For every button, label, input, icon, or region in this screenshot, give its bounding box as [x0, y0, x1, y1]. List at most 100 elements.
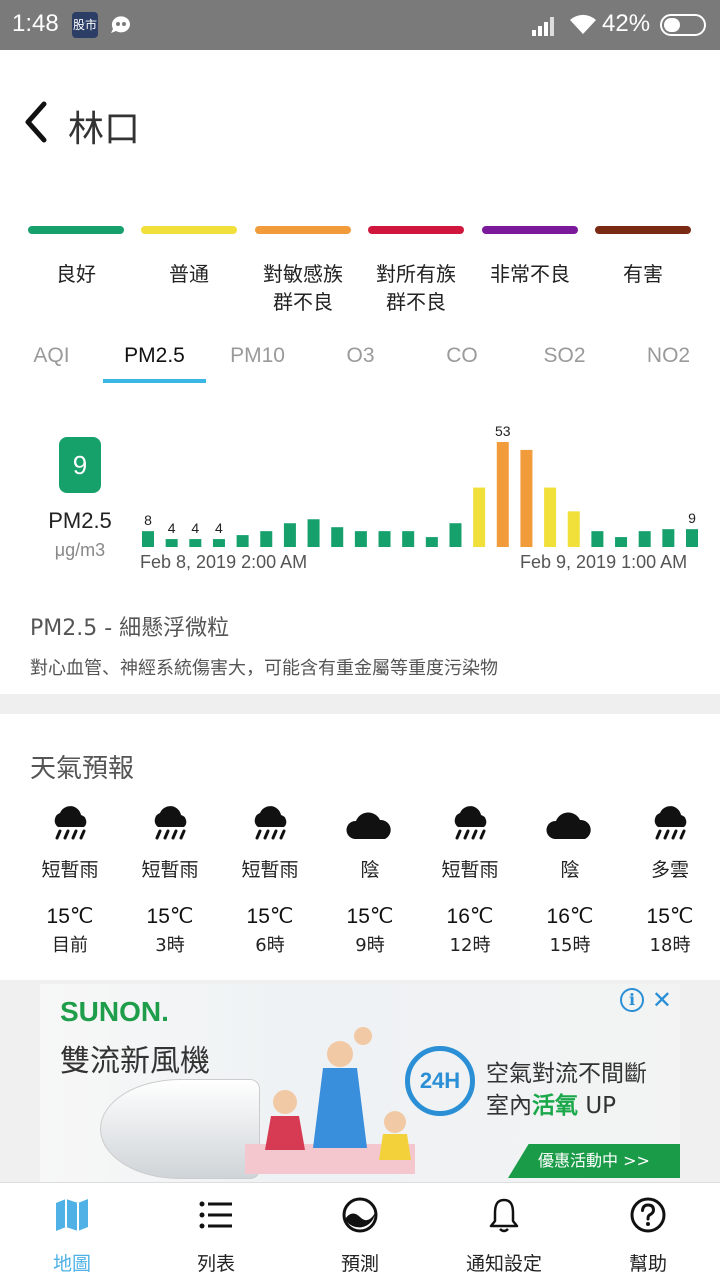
ad-fan-image: [100, 1079, 260, 1179]
nav-forecast[interactable]: 預測: [288, 1195, 432, 1276]
signal-icon: [532, 14, 558, 40]
legend-item-unhealthy: 對所有族 群不良: [368, 226, 464, 316]
nav-list[interactable]: 列表: [144, 1195, 288, 1276]
chart-bar: [686, 529, 698, 547]
forecast-condition: 多雲: [650, 859, 689, 881]
chart-data-label: 53: [495, 423, 511, 439]
tab-o3[interactable]: O3: [309, 336, 412, 384]
battery-icon: [660, 14, 706, 36]
legend-color-bar: [141, 226, 237, 234]
forecast-item: 短暫雨 15℃ 目前: [20, 805, 120, 957]
forecast-item: 多雲 15℃ 18時: [620, 805, 720, 957]
chart-data-label: 4: [168, 520, 176, 536]
chart-data-label: 9: [688, 510, 696, 526]
nav-label: 地圖: [52, 1253, 91, 1275]
chart-bar: [638, 531, 651, 547]
forecast-temp: 15℃: [246, 905, 294, 928]
legend-color-bar: [368, 226, 464, 234]
forecast-time: 18時: [649, 935, 691, 956]
legend-label: 普通: [169, 262, 209, 286]
chart-bar: [260, 531, 273, 547]
chart-bar: [189, 539, 202, 547]
legend-label: 對所有族 群不良: [376, 262, 456, 314]
chart-bar: [591, 531, 604, 547]
tab-pm10[interactable]: PM10: [206, 336, 309, 384]
ad-family-image: [245, 1027, 415, 1174]
chart-bar: [473, 487, 486, 547]
chart-bar: [142, 531, 154, 547]
tab-aqi[interactable]: AQI: [0, 336, 103, 384]
ad-cta-button[interactable]: 優惠活動中 >>: [508, 1144, 680, 1178]
current-unit-label: μg/m3: [54, 540, 106, 560]
forecast-condition: 短暫雨: [141, 859, 199, 881]
forecast-time: 3時: [155, 935, 185, 956]
rain-cloud-icon: [120, 805, 220, 849]
legend-label: 非常不良: [490, 262, 570, 286]
forecast-time: 12時: [449, 935, 491, 956]
forecast-item: 陰 16℃ 15時: [520, 805, 620, 957]
legend-color-bar: [28, 226, 124, 234]
status-time: 1:48: [12, 10, 59, 37]
forecast-condition: 陰: [360, 859, 380, 881]
ad-close-icon[interactable]: ✕: [652, 986, 672, 1014]
aqi-legend: 良好 普通 對敏感族 群不良 對所有族 群不良 非常不良 有害: [0, 226, 720, 316]
forecast-time: 9時: [355, 935, 385, 956]
tab-co[interactable]: CO: [412, 336, 512, 384]
forecast-time: 6時: [255, 935, 285, 956]
list-icon: [199, 1201, 232, 1229]
forecast-item: 陰 15℃ 9時: [320, 805, 420, 957]
forecast-time: 目前: [52, 935, 88, 956]
forecast-condition: 短暫雨: [441, 859, 499, 881]
chart-bar: [449, 523, 462, 547]
forecast-temp: 15℃: [146, 905, 194, 928]
cloud-icon: [520, 805, 620, 849]
legend-item-sensitive: 對敏感族 群不良: [255, 226, 351, 316]
chart-end-time: Feb 9, 2019 1:00 AM: [520, 552, 688, 572]
rain-cloud-icon: [620, 805, 720, 849]
nav-help[interactable]: 幫助: [576, 1195, 720, 1276]
pollutant-info-title: PM2.5 - 細懸浮微粒: [30, 616, 230, 641]
forecast-temp: 15℃: [46, 905, 94, 928]
legend-color-bar: [595, 226, 691, 234]
chart-bar: [354, 531, 367, 547]
forecast-condition: 陰: [560, 859, 580, 881]
back-button[interactable]: [18, 98, 58, 146]
ad-brand: SUNON.: [60, 996, 169, 1027]
chart-bar: [615, 537, 628, 547]
map-icon: [56, 1199, 88, 1231]
forecast-condition: 短暫雨: [241, 859, 299, 881]
current-value-badge: 9: [59, 437, 101, 493]
header: 林口: [0, 50, 720, 200]
legend-item-moderate: 普通: [141, 226, 237, 288]
chart-start-time: Feb 8, 2019 2:00 AM: [140, 552, 308, 572]
chart-bar: [236, 535, 249, 547]
chart-bar: [331, 527, 344, 547]
legend-color-bar: [482, 226, 578, 234]
active-tab-indicator: [103, 379, 206, 383]
chart-bar: [307, 519, 320, 547]
forecast-temp: 15℃: [346, 905, 394, 928]
forecast-temp: 15℃: [646, 905, 694, 928]
ad-line1: 空氣對流不間斷: [486, 1061, 647, 1087]
chart-bar: [567, 511, 580, 547]
tab-no2[interactable]: NO2: [617, 336, 720, 384]
tab-pm25[interactable]: PM2.5: [103, 336, 206, 384]
chat-bubble-icon: [108, 12, 134, 38]
tab-so2[interactable]: SO2: [512, 336, 617, 384]
ad-24h-badge: 24H: [405, 1046, 475, 1116]
nav-notification-settings[interactable]: 通知設定: [432, 1195, 576, 1276]
forecast-item: 短暫雨 15℃ 3時: [120, 805, 220, 957]
chart-bar: [402, 531, 415, 547]
legend-label: 良好: [56, 262, 96, 286]
forecast-item: 短暫雨 16℃ 12時: [420, 805, 520, 957]
nav-label: 列表: [196, 1253, 235, 1275]
nav-map[interactable]: 地圖: [0, 1195, 144, 1276]
ad-banner[interactable]: SUNON. 雙流新風機 24H 空氣對流不間斷 室內活氧 UP 優惠活動中 >…: [40, 984, 680, 1182]
legend-label: 對敏感族 群不良: [263, 262, 343, 314]
legend-color-bar: [255, 226, 351, 234]
section-divider: [0, 694, 720, 714]
ad-info-icon[interactable]: i: [620, 988, 644, 1012]
forecast-time: 15時: [549, 935, 591, 956]
chart-bar: [662, 529, 675, 547]
chart-data-label: 4: [191, 520, 199, 536]
